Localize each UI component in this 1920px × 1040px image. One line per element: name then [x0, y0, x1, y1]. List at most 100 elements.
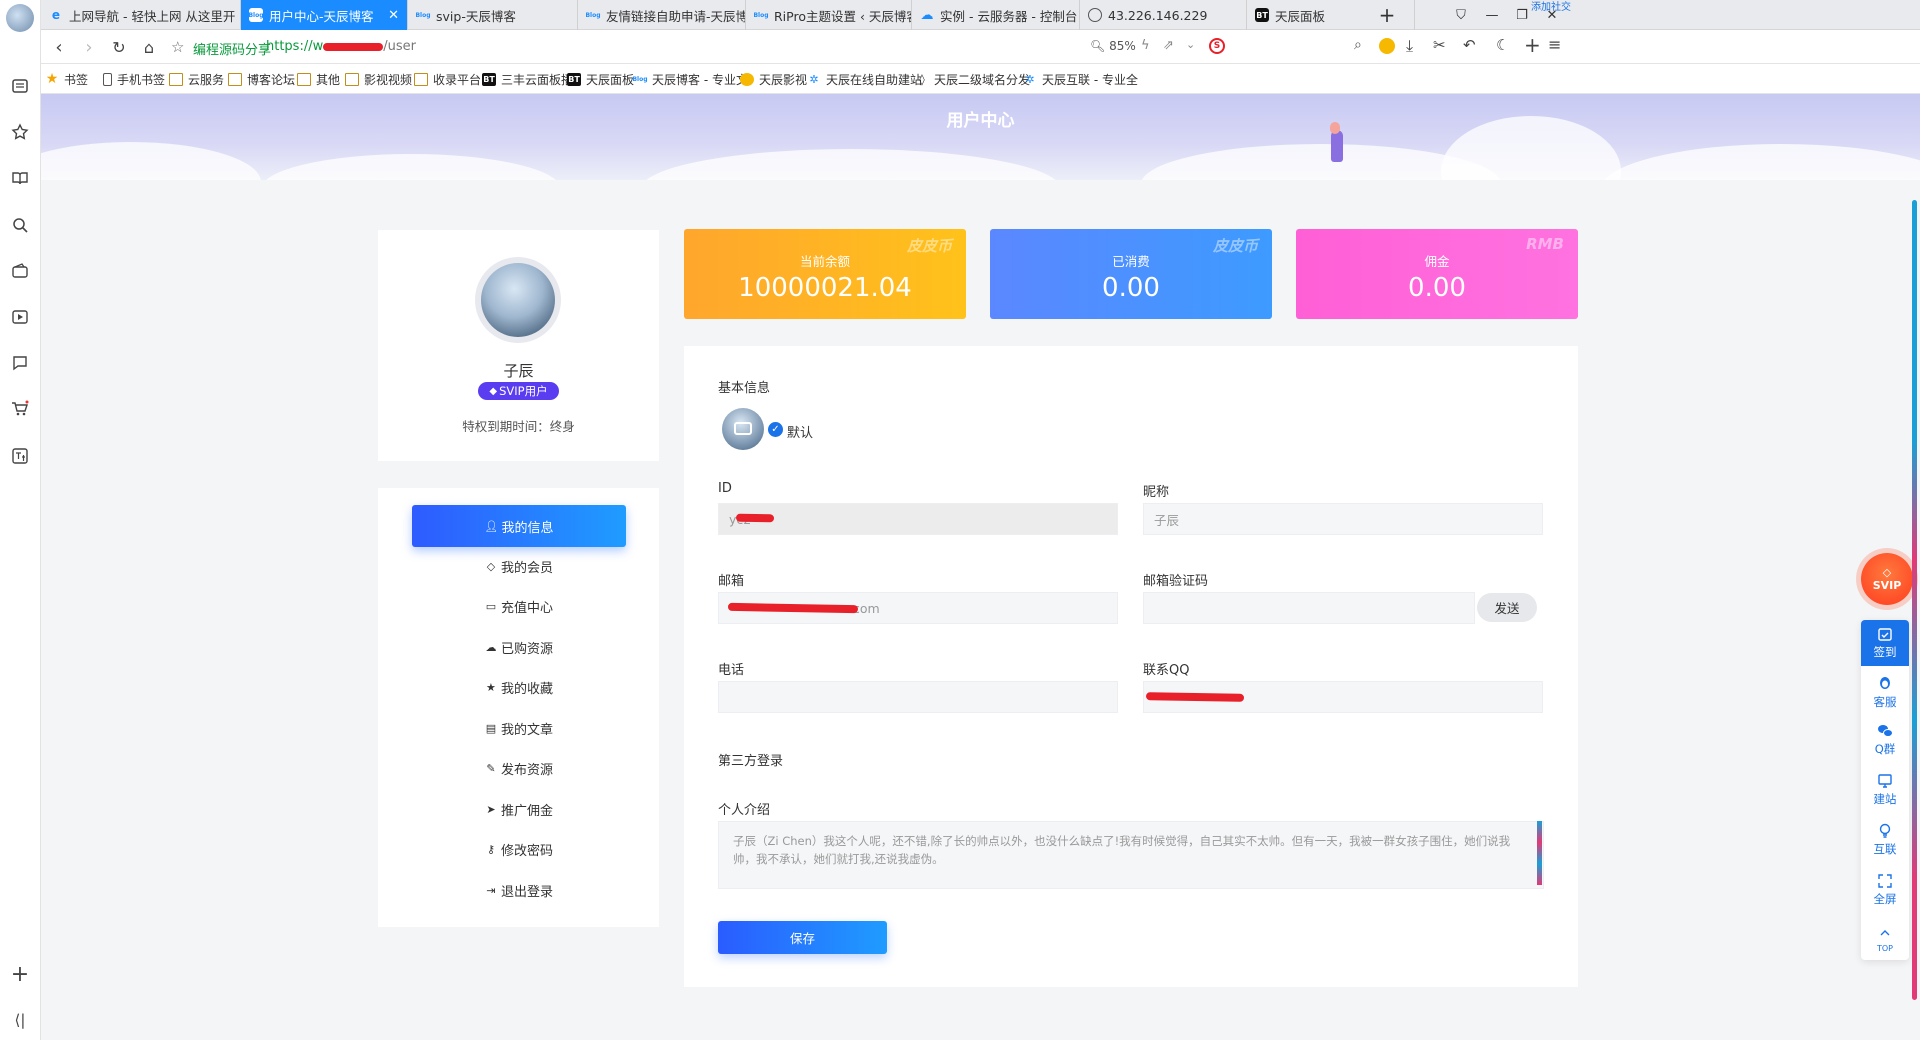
- scissors-icon[interactable]: ✂: [1433, 36, 1446, 54]
- tab-ip[interactable]: 43.226.146.229: [1080, 0, 1247, 30]
- search-engine-icon[interactable]: S: [1209, 38, 1225, 54]
- download-icon[interactable]: ⤓: [1406, 36, 1413, 56]
- add-tab-icon[interactable]: +: [1524, 33, 1541, 57]
- pencil-icon: ✎: [486, 761, 496, 775]
- undo-icon[interactable]: ↶: [1463, 36, 1476, 54]
- profile-avatar-icon[interactable]: [6, 4, 34, 32]
- bookmark-item[interactable]: 收录平台: [414, 70, 481, 88]
- bookmark-star-icon[interactable]: ☆: [171, 38, 184, 56]
- wallet-icon[interactable]: [8, 259, 32, 283]
- tab-strip: e 上网导航 - 轻快上网 从这里开 Blog 用户中心-天辰博客 ✕ Blog svi…: [41, 0, 1920, 30]
- svip-float-button[interactable]: ◇ SVIP: [1861, 553, 1913, 605]
- favorites-icon[interactable]: [8, 120, 32, 144]
- menu-change-password[interactable]: ⚷ 修改密码: [378, 837, 659, 861]
- collapse-sidebar-icon[interactable]: ⟨|: [8, 1008, 32, 1032]
- bookmark-item[interactable]: ✲ 天辰在线自助建站: [807, 70, 922, 88]
- restore-icon[interactable]: ❐: [1511, 4, 1533, 26]
- menu-my-articles[interactable]: ▤ 我的文章: [378, 716, 659, 740]
- bookmark-item[interactable]: 其他: [297, 70, 340, 88]
- customer-service-button[interactable]: 客服: [1861, 670, 1909, 716]
- tab-nav[interactable]: e 上网导航 - 轻快上网 从这里开: [41, 0, 241, 30]
- menu-favorites[interactable]: ★ 我的收藏: [378, 675, 659, 699]
- bookmark-item[interactable]: 博客论坛: [228, 70, 295, 88]
- redaction-mark: [323, 42, 384, 51]
- translate-icon[interactable]: [8, 444, 32, 468]
- build-site-button[interactable]: 建站: [1861, 767, 1909, 813]
- bookmark-item[interactable]: Blog 天辰博客 - 专业文: [632, 70, 747, 88]
- cart-icon[interactable]: [8, 397, 32, 421]
- tab-cloud-console[interactable]: ☁ 实例 - 云服务器 - 控制台: [912, 0, 1080, 30]
- back-icon[interactable]: ‹: [47, 35, 71, 59]
- interconnect-button[interactable]: 互联: [1861, 817, 1909, 863]
- menu-label: 发布资源: [500, 762, 553, 778]
- menu-publish[interactable]: ✎ 发布资源: [378, 756, 659, 780]
- chat-icon[interactable]: [8, 351, 32, 375]
- zoom-indicator[interactable]: 🔍︎ 85%: [1090, 39, 1136, 53]
- bookmark-item[interactable]: BT 三丰云面板播: [482, 70, 573, 88]
- tab-user-center[interactable]: Blog 用户中心-天辰博客 ✕: [241, 0, 408, 30]
- id-field[interactable]: yc2: [718, 503, 1118, 535]
- search-icon[interactable]: ⌕: [1354, 37, 1362, 53]
- phone-field[interactable]: [718, 681, 1118, 713]
- minimize-icon[interactable]: —: [1481, 4, 1503, 26]
- bookmarks-bar: ★ 书签 手机书签 云服务 博客论坛 其他 影视视频 收录平台 BT 三丰云面板播 …: [41, 64, 1920, 94]
- menu-logout[interactable]: ⇥ 退出登录: [378, 878, 659, 902]
- menu-icon[interactable]: ≡: [1548, 35, 1561, 54]
- close-tab-icon[interactable]: ✕: [382, 8, 399, 23]
- reading-list-icon[interactable]: [8, 74, 32, 98]
- page-title: 用户中心: [946, 111, 1015, 131]
- share-icon[interactable]: ⇗: [1163, 38, 1174, 53]
- bio-textarea[interactable]: 子辰（Zi Chen）我这个人呢，还不错,除了长的帅点以外，也没什么缺点了!我有…: [718, 821, 1544, 889]
- email-code-field[interactable]: [1143, 592, 1475, 624]
- new-tab-icon[interactable]: +: [1376, 3, 1398, 27]
- bolt-icon[interactable]: ϟ: [1141, 38, 1150, 53]
- bookmark-item[interactable]: 手机书签: [103, 70, 165, 88]
- dropdown-icon[interactable]: ⌄: [1186, 38, 1195, 51]
- float-toolbar: 签到 客服 Q群 建站 互联 全屏 TOP: [1861, 620, 1909, 960]
- qq-group-button[interactable]: Q群: [1861, 717, 1909, 763]
- send-code-button[interactable]: 发送: [1477, 593, 1537, 622]
- textarea-scrollbar[interactable]: [1537, 821, 1542, 885]
- video-icon[interactable]: [8, 305, 32, 329]
- smile-icon: [740, 72, 754, 86]
- search-icon[interactable]: [8, 213, 32, 237]
- tab-friend-link[interactable]: Blog 友情链接自助申请-天辰博客: [578, 0, 746, 30]
- tab-ripro[interactable]: Blog RiPro主题设置 ‹ 天辰博客 —: [746, 0, 912, 30]
- menu-recharge[interactable]: ▭ 充值中心: [378, 594, 659, 618]
- menu-my-info[interactable]: 👤︎ 我的信息: [412, 505, 626, 547]
- forward-icon[interactable]: ›: [77, 35, 101, 59]
- save-button[interactable]: 保存: [718, 921, 887, 954]
- bookmark-item[interactable]: ◊ 天辰二级域名分发: [915, 70, 1030, 88]
- menu-purchased[interactable]: ☁ 已购资源: [378, 635, 659, 659]
- page-scrollbar[interactable]: [1912, 200, 1917, 1000]
- tab-svip[interactable]: Blog svip-天辰博客: [408, 0, 578, 30]
- check-icon[interactable]: ✓: [768, 422, 783, 437]
- bookmark-item[interactable]: 天辰影视: [740, 70, 807, 88]
- url-field[interactable]: https://w/user: [266, 39, 416, 54]
- bookmark-item[interactable]: ✲ 天辰互联 - 专业全: [1023, 70, 1138, 88]
- svip-badge-label: SVIP用户: [499, 384, 548, 398]
- bookmark-item[interactable]: 影视视频: [345, 70, 412, 88]
- bookmark-item[interactable]: BT 天辰面板: [567, 70, 634, 88]
- bookmark-item[interactable]: 云服务: [169, 70, 224, 88]
- reload-icon[interactable]: ↻: [107, 35, 131, 59]
- corner-text[interactable]: 添加社交: [1531, 0, 1571, 13]
- nickname-field[interactable]: 子辰: [1143, 503, 1543, 535]
- bookmark-item[interactable]: ★ 书签: [45, 70, 88, 88]
- avatar[interactable]: [475, 257, 561, 343]
- home-icon[interactable]: ⌂: [137, 35, 161, 59]
- avatar-upload[interactable]: [722, 408, 764, 450]
- menu-commission[interactable]: ➤ 推广佣金: [378, 797, 659, 821]
- add-icon[interactable]: +: [8, 962, 32, 987]
- checkin-button[interactable]: 签到: [1861, 620, 1909, 666]
- share-label[interactable]: 编程源码分享: [193, 39, 271, 58]
- back-to-top-button[interactable]: TOP: [1861, 916, 1909, 962]
- moon-icon[interactable]: ☾: [1496, 36, 1509, 54]
- menu-my-membership[interactable]: ◇ 我的会员: [378, 554, 659, 578]
- fullscreen-button[interactable]: 全屏: [1861, 867, 1909, 913]
- book-icon[interactable]: [8, 166, 32, 190]
- tab-label: RiPro主题设置 ‹ 天辰博客 —: [774, 8, 911, 24]
- pin-icon[interactable]: ⛉: [1450, 4, 1472, 26]
- stat-balance: 皮皮币 当前余额 10000021.04: [684, 229, 966, 319]
- emoji-icon[interactable]: [1379, 38, 1395, 54]
